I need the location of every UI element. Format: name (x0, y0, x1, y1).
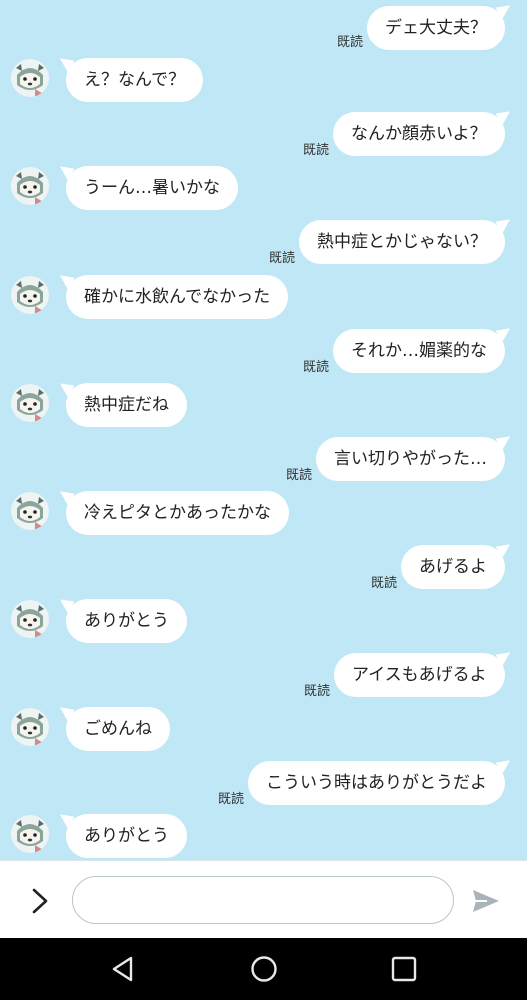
message-bubble-incoming[interactable]: 冷えピタとかあったかな (66, 491, 289, 535)
message-bubble-outgoing[interactable]: それか…媚薬的な (333, 329, 505, 373)
chevron-right-icon[interactable] (28, 887, 52, 915)
message-bubble-outgoing[interactable]: こういう時はありがとうだよ (248, 761, 505, 805)
message-bubble-outgoing[interactable]: あげるよ (401, 545, 505, 589)
read-receipt: 既読 (303, 143, 330, 158)
message-input-bar (0, 860, 527, 938)
triangle-back-icon[interactable] (108, 954, 138, 984)
avatar[interactable] (11, 384, 49, 422)
message-bubble-outgoing[interactable]: アイスもあげるよ (334, 653, 505, 697)
read-receipt: 既読 (303, 360, 330, 375)
message-bubble-incoming[interactable]: え？なんで？ (66, 58, 204, 102)
avatar[interactable] (11, 815, 49, 853)
message-bubble-outgoing[interactable]: なんか顔赤いよ？ (333, 112, 505, 156)
read-receipt: 既読 (218, 792, 245, 807)
send-icon[interactable] (470, 887, 502, 915)
avatar[interactable] (11, 276, 49, 314)
square-recents-icon[interactable] (389, 954, 419, 984)
message-bubble-outgoing[interactable]: 熱中症とかじゃない？ (299, 220, 505, 264)
avatar[interactable] (11, 167, 49, 205)
read-receipt: 既読 (371, 576, 398, 591)
system-navigation-bar (0, 938, 527, 1000)
message-bubble-incoming[interactable]: ありがとう (66, 814, 187, 858)
circle-home-icon[interactable] (249, 954, 279, 984)
read-receipt: 既読 (304, 684, 331, 699)
avatar[interactable] (11, 492, 49, 530)
message-bubble-incoming[interactable]: うーん…暑いかな (66, 166, 238, 210)
read-receipt: 既読 (337, 35, 364, 50)
message-bubble-outgoing[interactable]: デェ大丈夫？ (367, 6, 505, 50)
read-receipt: 既読 (269, 251, 296, 266)
avatar[interactable] (11, 59, 49, 97)
message-input[interactable] (72, 876, 454, 924)
read-receipt: 既読 (286, 468, 313, 483)
avatar[interactable] (11, 708, 49, 746)
avatar[interactable] (11, 600, 49, 638)
message-bubble-incoming[interactable]: 熱中症だね (66, 383, 187, 427)
chat-area[interactable]: 既読 デェ大丈夫？ え？なんで？ 既読 なんか顔赤いよ？ うーん…暑いかな 既読… (0, 0, 527, 860)
message-bubble-incoming[interactable]: ごめんね (66, 707, 170, 751)
message-bubble-incoming[interactable]: 確かに水飲んでなかった (66, 275, 289, 319)
message-bubble-outgoing[interactable]: 言い切りやがった… (316, 437, 505, 481)
message-bubble-incoming[interactable]: ありがとう (66, 599, 187, 643)
